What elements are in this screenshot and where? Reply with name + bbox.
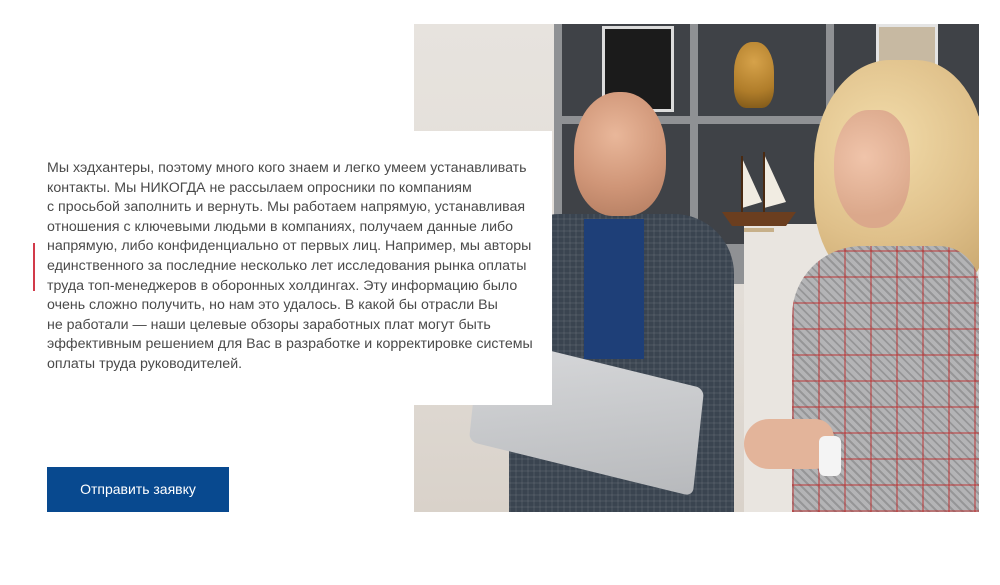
paragraph-line: напрямую, либо конфиденциально от первых…	[47, 238, 532, 255]
woman-face	[834, 110, 910, 228]
page: Мы хэдхантеры, поэтому много кого знаем …	[0, 0, 1000, 585]
submit-request-button[interactable]: Отправить заявку	[47, 467, 229, 512]
watch	[819, 436, 841, 476]
paragraph-line: очень сложно получить, но нам это удалос…	[47, 297, 498, 314]
paragraph-line: отношения с ключевыми людьми в компаниях…	[47, 218, 514, 235]
paragraph-line: контакты. Мы НИКОГДА не рассылаем опросн…	[47, 179, 472, 196]
description-paragraph: Мы хэдхантеры, поэтому много кого знаем …	[47, 159, 547, 375]
figurine	[734, 42, 774, 108]
man-head	[574, 92, 666, 216]
ship-model	[722, 152, 796, 232]
paragraph-line: оплаты труда руководителей.	[47, 355, 243, 372]
paragraph-line: эффективным решением для Вас в разработк…	[47, 336, 533, 353]
paragraph-line: с просьбой заполнить и вернуть. Мы работ…	[47, 199, 526, 216]
paragraph-line: единственного за последние несколько лет…	[47, 257, 527, 274]
paragraph-line: Мы хэдхантеры, поэтому много кого знаем …	[47, 160, 527, 176]
paragraph-line: не работали — наши целевые обзоры зарабо…	[47, 316, 491, 333]
man-shirt	[584, 219, 644, 359]
paragraph-line: труда топ-менеджеров в оборонных холдинг…	[47, 277, 518, 294]
accent-line	[33, 243, 35, 291]
